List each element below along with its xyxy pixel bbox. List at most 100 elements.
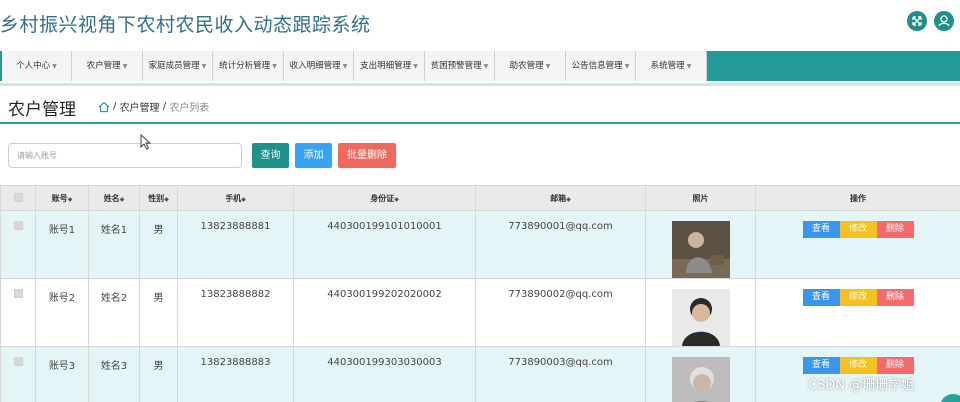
- row-select-cell: [0, 346, 36, 402]
- nav-label: 收入明细管理: [289, 61, 341, 71]
- nav-label: 助农管理: [509, 61, 544, 71]
- batch-delete-button[interactable]: 批量删除: [338, 143, 396, 168]
- caret-down-icon: ▼: [201, 63, 207, 70]
- watermark: CSDN @珊珊学姐: [808, 378, 915, 393]
- cell-id-card: 440300199101010001: [293, 210, 476, 279]
- column-header-phone[interactable]: 手机◆: [177, 185, 294, 211]
- user-icon[interactable]: [934, 11, 954, 31]
- select-all-checkbox[interactable]: [13, 192, 23, 202]
- cell-actions: 查看 修改 删除: [755, 278, 960, 347]
- sort-icon[interactable]: ◆: [68, 196, 73, 203]
- sort-icon[interactable]: ◆: [120, 196, 125, 203]
- header-label: 姓名: [103, 193, 120, 203]
- header-label: 邮箱: [550, 193, 567, 203]
- cell-name: 姓名3: [88, 346, 140, 402]
- edit-button[interactable]: 修改: [839, 289, 877, 306]
- breadcrumb-current: 农户列表: [169, 103, 210, 114]
- home-icon[interactable]: [98, 101, 110, 113]
- cell-phone: 13823888883: [177, 346, 294, 402]
- delete-button[interactable]: 删除: [876, 221, 914, 238]
- cell-id-card: 440300199202020002: [293, 278, 476, 347]
- header-label: 身份证: [370, 193, 395, 203]
- header-label: 账号: [51, 193, 68, 203]
- header-label: 性别: [148, 193, 165, 203]
- query-button[interactable]: 查询: [252, 143, 289, 168]
- view-button[interactable]: 查看: [802, 357, 840, 374]
- nav-label: 支出明细管理: [360, 61, 412, 71]
- view-button[interactable]: 查看: [802, 221, 840, 238]
- cell-name: 姓名1: [88, 210, 140, 279]
- nav-item-farmer-aid[interactable]: 助农管理 ▼: [495, 51, 566, 81]
- column-header-gender[interactable]: 性别◆: [139, 185, 178, 211]
- caret-down-icon: ▼: [122, 63, 128, 70]
- nav-label: 家庭成员管理: [148, 61, 200, 71]
- cell-gender: 男: [139, 278, 178, 347]
- nav-item-farmer-management[interactable]: 农户管理 ▼: [72, 51, 143, 81]
- row-checkbox[interactable]: [13, 221, 23, 230]
- nav-label: 统计分析管理: [219, 61, 271, 71]
- nav-item-family-members[interactable]: 家庭成员管理 ▼: [143, 51, 213, 81]
- farmer-photo: [671, 221, 730, 278]
- sort-icon[interactable]: ◆: [566, 196, 571, 203]
- nav-label: 系统管理: [650, 61, 685, 71]
- cell-photo: [645, 278, 756, 347]
- row-checkbox[interactable]: [13, 289, 23, 298]
- caret-down-icon: ▼: [413, 63, 418, 70]
- select-all-header[interactable]: [0, 185, 36, 211]
- edit-button[interactable]: 修改: [839, 221, 877, 238]
- breadcrumb-separator: /: [162, 101, 167, 112]
- nav-label: 农户管理: [86, 61, 121, 71]
- row-checkbox[interactable]: [13, 357, 23, 366]
- row-actions: 查看 修改 删除: [756, 221, 960, 238]
- nav-label: 个人中心: [16, 61, 51, 71]
- caret-down-icon: ▼: [52, 63, 57, 70]
- nav-item-personal-center[interactable]: 个人中心 ▼: [2, 51, 72, 81]
- caret-down-icon: ▼: [545, 63, 551, 70]
- cell-name: 姓名2: [88, 278, 140, 347]
- column-header-name[interactable]: 姓名◆: [88, 185, 140, 211]
- cell-gender: 男: [139, 210, 178, 279]
- cell-email: 773890003@qq.com: [475, 346, 646, 402]
- column-header-id-card[interactable]: 身份证◆: [293, 185, 476, 211]
- column-header-photo: 照片: [645, 185, 756, 211]
- breadcrumb: / 农户管理 / 农户列表: [98, 99, 209, 114]
- nav-item-system[interactable]: 系统管理 ▼: [636, 51, 707, 81]
- add-button[interactable]: 添加: [295, 143, 332, 168]
- farmer-table: 账号◆ 姓名◆ 性别◆ 手机◆ 身份证◆ 邮箱◆ 照片 操作 账号1 姓名1 男…: [0, 185, 960, 402]
- main-nav: 个人中心 ▼ 农户管理 ▼ 家庭成员管理 ▼ 统计分析管理 ▼ 收入明细管理 ▼ 支出明细…: [0, 51, 960, 81]
- nav-items: 个人中心 ▼ 农户管理 ▼ 家庭成员管理 ▼ 统计分析管理 ▼ 收入明细管理 ▼ 支出明细…: [2, 51, 707, 81]
- breadcrumb-parent[interactable]: 农户管理: [120, 99, 160, 114]
- header-label: 手机: [225, 193, 242, 203]
- nav-item-income-detail[interactable]: 收入明细管理 ▼: [284, 51, 354, 81]
- view-button[interactable]: 查看: [802, 289, 840, 306]
- table-row: 账号2 姓名2 男 13823888882 440300199202020002…: [0, 278, 960, 347]
- nav-label: 公告信息管理: [571, 61, 623, 71]
- cell-account: 账号1: [35, 210, 89, 279]
- page-header: 农户管理 / 农户管理 / 农户列表: [0, 86, 960, 124]
- nav-item-statistics[interactable]: 统计分析管理 ▼: [213, 51, 284, 81]
- expand-icon[interactable]: [907, 11, 927, 31]
- cell-actions: 查看 修改 删除: [755, 210, 960, 279]
- row-actions: 查看 修改 删除: [756, 357, 960, 374]
- sort-icon[interactable]: ◆: [164, 196, 169, 203]
- table-header-row: 账号◆ 姓名◆ 性别◆ 手机◆ 身份证◆ 邮箱◆ 照片 操作: [0, 185, 960, 211]
- sort-icon[interactable]: ◆: [241, 196, 246, 203]
- nav-label: 贫困预警管理: [430, 61, 482, 71]
- edit-button[interactable]: 修改: [839, 357, 877, 374]
- table-row: 账号1 姓名1 男 13823888881 440300199101010001…: [0, 210, 960, 279]
- caret-down-icon: ▼: [483, 63, 489, 70]
- top-bar: 乡村振兴视角下农村农民收入动态跟踪系统: [0, 0, 960, 50]
- column-header-email[interactable]: 邮箱◆: [475, 185, 646, 211]
- caret-down-icon: ▼: [624, 63, 630, 70]
- sort-icon[interactable]: ◆: [394, 196, 399, 203]
- nav-item-expense-detail[interactable]: 支出明细管理 ▼: [354, 51, 425, 81]
- search-input[interactable]: [8, 143, 242, 168]
- farmer-photo: [671, 289, 730, 346]
- caret-down-icon: ▼: [342, 63, 348, 70]
- nav-item-poverty-warning[interactable]: 贫困预警管理 ▼: [425, 51, 495, 81]
- delete-button[interactable]: 删除: [876, 357, 914, 374]
- nav-item-announcements[interactable]: 公告信息管理 ▼: [566, 51, 636, 81]
- cell-phone: 13823888881: [177, 210, 294, 279]
- delete-button[interactable]: 删除: [876, 289, 914, 306]
- column-header-account[interactable]: 账号◆: [35, 185, 89, 211]
